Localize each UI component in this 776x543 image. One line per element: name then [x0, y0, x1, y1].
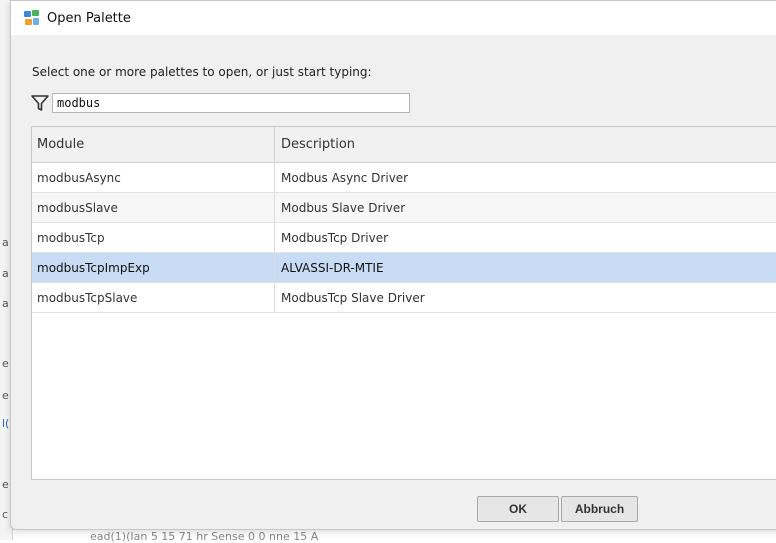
- background-text-fragment: e: [2, 357, 9, 370]
- instruction-label: Select one or more palettes to open, or …: [32, 65, 372, 79]
- palette-icon: [23, 9, 41, 27]
- table-row[interactable]: modbusSlave Modbus Slave Driver: [32, 193, 776, 223]
- cell-description: Modbus Slave Driver: [281, 200, 406, 215]
- column-header-description[interactable]: Description: [275, 127, 776, 162]
- column-header-module[interactable]: Module: [32, 127, 275, 162]
- cell-description: ModbusTcp Driver: [281, 230, 389, 245]
- background-status-fragment: ead(1)(Ian 5 15 71 hr Sense 0 0 nne 15 A: [90, 530, 319, 543]
- open-palette-dialog: Open Palette Select one or more palettes…: [10, 0, 776, 530]
- table-row-selected[interactable]: modbusTcpImpExp ALVASSI-DR-MTIE: [32, 253, 776, 283]
- ok-button[interactable]: OK: [477, 496, 559, 522]
- background-text-fragment: a: [2, 267, 9, 280]
- filter-funnel-icon: [30, 93, 50, 113]
- cell-module: modbusTcpSlave: [32, 283, 275, 312]
- background-text-fragment: c: [2, 508, 9, 521]
- cell-module: modbusSlave: [32, 193, 275, 222]
- background-text-fragment: e: [2, 389, 9, 402]
- cell-module: modbusAsync: [32, 163, 275, 192]
- table-row[interactable]: modbusAsync Modbus Async Driver: [32, 163, 776, 193]
- palette-table: Module Description modbusAsync Modbus As…: [31, 126, 776, 480]
- cell-description: Modbus Async Driver: [281, 170, 409, 185]
- background-text-fragment: l(: [2, 417, 10, 430]
- table-header: Module Description: [32, 127, 776, 163]
- cell-description: ModbusTcp Slave Driver: [281, 290, 425, 305]
- filter-row: [30, 93, 410, 113]
- cell-module: modbusTcpImpExp: [32, 253, 275, 282]
- background-text-fragment: e: [2, 478, 9, 491]
- cancel-button[interactable]: Abbruch: [561, 496, 638, 522]
- table-row[interactable]: modbusTcp ModbusTcp Driver: [32, 223, 776, 253]
- background-text-fragment: a: [2, 236, 9, 249]
- dialog-title: Open Palette: [47, 10, 131, 26]
- cell-module: modbusTcp: [32, 223, 275, 252]
- dialog-titlebar: Open Palette: [11, 1, 776, 35]
- table-row[interactable]: modbusTcpSlave ModbusTcp Slave Driver: [32, 283, 776, 313]
- background-text-fragment: a: [2, 297, 9, 310]
- filter-input[interactable]: [52, 93, 410, 113]
- cell-description: ALVASSI-DR-MTIE: [281, 260, 384, 275]
